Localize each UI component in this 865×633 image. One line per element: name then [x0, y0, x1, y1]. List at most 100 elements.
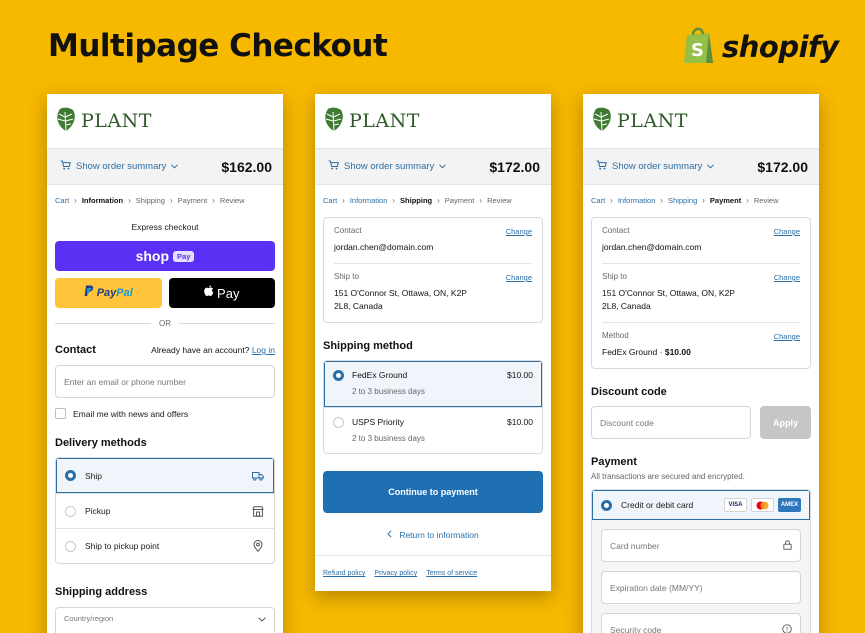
shipping-option-price: $10.00: [507, 417, 533, 427]
refund-policy-link[interactable]: Refund policy: [323, 570, 365, 577]
credit-card-header[interactable]: Credit or debit card VISA AMEX: [592, 490, 810, 520]
delivery-option-pickup-point[interactable]: Ship to pickup point: [56, 528, 274, 563]
help-circle-icon: ?: [782, 623, 792, 633]
ship-to-value: 151 O'Connor St, Ottawa, ON, K2P 2L8, Ca…: [602, 288, 735, 311]
breadcrumb-separator-icon: ›: [479, 196, 483, 205]
ship-to-label: Ship to: [334, 272, 359, 281]
delivery-option-pickup[interactable]: Pickup: [56, 493, 274, 528]
monstera-leaf-icon: [591, 106, 613, 137]
radio-unselected[interactable]: [65, 540, 76, 552]
review-info-card: Contact jordan.chen@domain.com Change Sh…: [591, 217, 811, 369]
change-contact-link[interactable]: Change: [506, 227, 532, 236]
contact-row: Contact jordan.chen@domain.com Change: [334, 218, 532, 263]
amex-icon: AMEX: [778, 498, 801, 512]
newsletter-checkbox[interactable]: [55, 408, 66, 419]
checkout-shipping-panel: PLANT Show order summary $172.00 Cart › I…: [315, 94, 551, 591]
terms-of-service-link[interactable]: Terms of service: [426, 570, 477, 577]
shipping-option-name: USPS Priority: [352, 417, 404, 427]
login-link[interactable]: Log in: [252, 345, 275, 355]
newsletter-label: Email me with news and offers: [73, 408, 189, 419]
change-address-link[interactable]: Change: [774, 273, 800, 282]
discount-header: Discount code: [583, 386, 819, 398]
card-number-input[interactable]: Card number: [601, 529, 801, 562]
breadcrumb-shipping[interactable]: Shipping: [668, 196, 697, 205]
order-total: $172.00: [489, 158, 540, 175]
express-checkout-label: Express checkout: [131, 222, 199, 232]
contact-value: jordan.chen@domain.com: [334, 242, 434, 252]
breadcrumb-information[interactable]: Information: [618, 196, 656, 205]
contact-value: jordan.chen@domain.com: [602, 242, 702, 252]
method-label: Method: [602, 331, 629, 340]
radio-unselected[interactable]: [65, 505, 76, 517]
shop-pay-badge: Pay: [173, 250, 195, 262]
method-value: FedEx Ground · $10.00: [602, 347, 691, 357]
store-logo[interactable]: PLANT: [315, 94, 551, 148]
checkout-information-panel: PLANT Show order summary $162.00 Cart › I…: [47, 94, 283, 633]
email-placeholder: Enter an email or phone number: [64, 376, 186, 387]
store-icon: [251, 504, 265, 518]
paypal-wordmark: PayPal: [96, 287, 133, 299]
radio-selected[interactable]: [601, 499, 612, 511]
breadcrumb-shipping: Shipping: [135, 196, 165, 205]
payment-header: Payment: [583, 456, 819, 468]
return-to-information-link[interactable]: Return to information: [315, 530, 551, 540]
security-code-input[interactable]: Security code ?: [601, 613, 801, 633]
order-summary-toggle[interactable]: Show order summary: [60, 160, 179, 173]
breadcrumb-cart[interactable]: Cart: [591, 196, 605, 205]
method-row: Method FedEx Ground · $10.00 Change: [602, 322, 800, 368]
discount-code-input[interactable]: Discount code: [591, 406, 751, 439]
discount-code-title: Discount code: [591, 386, 667, 398]
credit-card-option: Credit or debit card VISA AMEX Card numb…: [591, 489, 811, 633]
ship-to-label: Ship to: [602, 272, 627, 281]
delivery-methods-group: Ship Pickup Ship to pickup point: [55, 457, 275, 564]
breadcrumb-review: Review: [487, 196, 512, 205]
change-method-link[interactable]: Change: [774, 332, 800, 341]
delivery-methods-title: Delivery methods: [55, 437, 147, 449]
order-summary-toggle[interactable]: Show order summary: [596, 160, 715, 173]
privacy-policy-link[interactable]: Privacy policy: [374, 570, 417, 577]
order-summary-toggle[interactable]: Show order summary: [328, 160, 447, 173]
shipping-option-usps[interactable]: USPS Priority $10.00 2 to 3 business days: [324, 407, 542, 453]
contact-row: Contact jordan.chen@domain.com Change: [602, 218, 800, 263]
apply-discount-button[interactable]: Apply: [760, 406, 811, 439]
breadcrumb-cart[interactable]: Cart: [323, 196, 337, 205]
apple-pay-button[interactable]: Pay: [168, 278, 275, 308]
continue-to-payment-button[interactable]: Continue to payment: [323, 471, 543, 513]
country-placeholder: Country/region: [64, 614, 114, 623]
delivery-option-ship[interactable]: Ship: [56, 458, 274, 493]
radio-selected[interactable]: [65, 470, 76, 481]
order-summary-bar[interactable]: Show order summary $162.00: [47, 148, 283, 185]
shop-pay-button[interactable]: shop Pay: [55, 241, 275, 271]
delivery-header: Delivery methods: [47, 437, 283, 449]
expiration-date-input[interactable]: Expiration date (MM/YY): [601, 571, 801, 604]
truck-icon: [251, 469, 265, 483]
breadcrumb-separator-icon: ›: [342, 196, 345, 205]
shipping-methods-group: FedEx Ground $10.00 2 to 3 business days …: [323, 360, 543, 454]
breadcrumb-information[interactable]: Information: [350, 196, 388, 205]
breadcrumb-cart[interactable]: Cart: [55, 196, 69, 205]
order-total: $162.00: [221, 158, 272, 175]
review-info-card: Contact jordan.chen@domain.com Change Sh…: [323, 217, 543, 323]
change-address-link[interactable]: Change: [506, 273, 532, 282]
breadcrumb-separator-icon: ›: [437, 196, 440, 205]
change-contact-link[interactable]: Change: [774, 227, 800, 236]
store-logo[interactable]: PLANT: [47, 94, 283, 148]
radio-unselected[interactable]: [333, 417, 344, 428]
account-prompt: Already have an account? Log in: [151, 345, 275, 355]
order-summary-bar[interactable]: Show order summary $172.00: [583, 148, 819, 185]
breadcrumb-review: Review: [753, 196, 779, 205]
order-summary-bar[interactable]: Show order summary $172.00: [315, 148, 551, 185]
shipping-option-eta: 2 to 3 business days: [352, 434, 425, 443]
radio-selected[interactable]: [333, 370, 344, 381]
email-or-phone-input[interactable]: Enter an email or phone number: [55, 365, 275, 398]
store-logo[interactable]: PLANT: [583, 94, 819, 148]
shipping-option-fedex[interactable]: FedEx Ground $10.00 2 to 3 business days: [324, 361, 542, 407]
card-number-placeholder: Card number: [610, 540, 660, 551]
contact-title: Contact: [55, 344, 96, 356]
paypal-button[interactable]: PayPal: [55, 278, 162, 308]
breadcrumb-review: Review: [219, 196, 245, 205]
location-pin-icon: [251, 539, 265, 553]
country-select[interactable]: Country/region: [55, 607, 275, 633]
security-code-placeholder: Security code: [610, 624, 662, 633]
newsletter-row[interactable]: Email me with news and offers: [47, 408, 283, 419]
